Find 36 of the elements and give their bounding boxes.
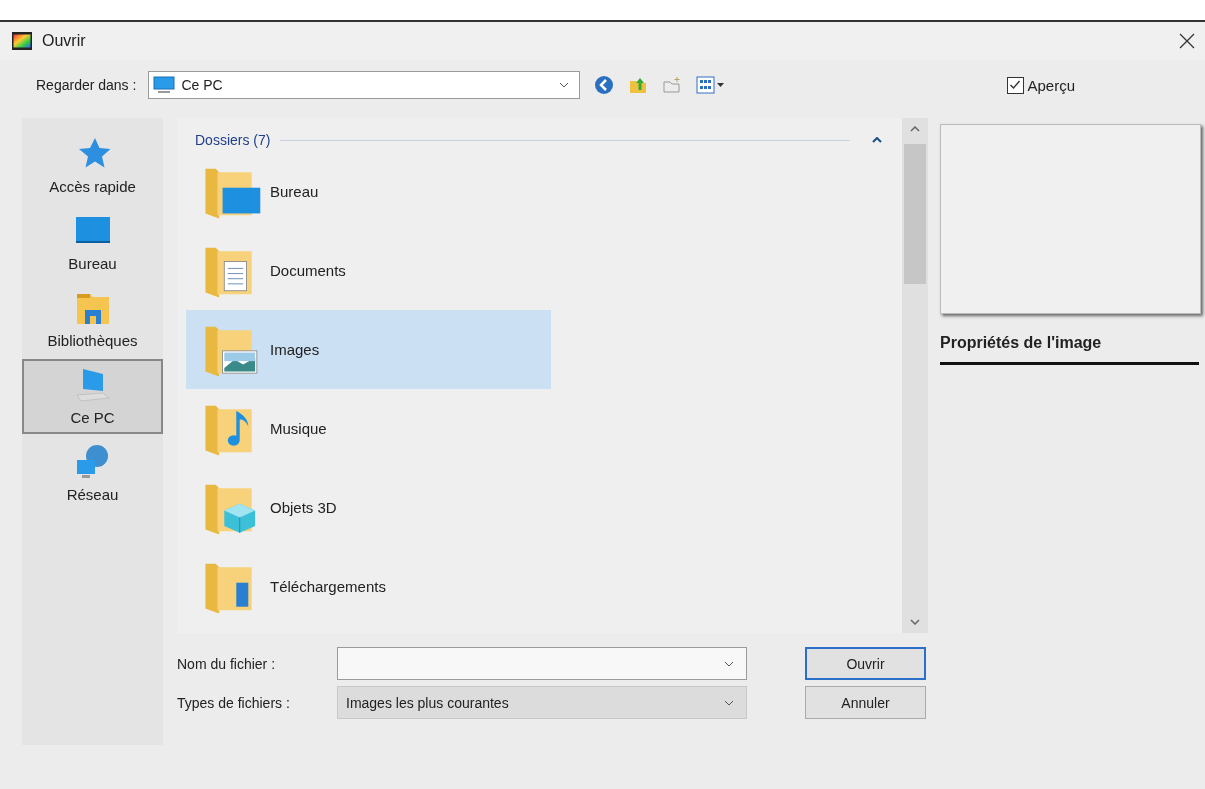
window-title: Ouvrir [42, 32, 87, 50]
group-header: Dossiers (7) [195, 132, 271, 148]
back-icon[interactable] [594, 75, 615, 95]
places-item[interactable]: Réseau [22, 436, 163, 511]
places-item[interactable]: Accès rapide [22, 128, 163, 203]
places-item[interactable]: Ce PC [22, 359, 163, 434]
folder-item[interactable]: Images [186, 310, 551, 389]
caret-icon [724, 699, 734, 706]
scroll-thumb[interactable] [904, 144, 926, 284]
close-icon[interactable] [1179, 33, 1195, 49]
file-type-label: Types de fichiers : [177, 694, 291, 711]
look-in-label: Regarder dans : [36, 77, 137, 93]
caret-icon [724, 660, 734, 667]
open-button[interactable]: Ouvrir [805, 647, 926, 680]
folder-item[interactable]: Documents [186, 231, 551, 310]
folder-item[interactable]: Bureau [186, 152, 551, 231]
caret-icon [559, 82, 570, 88]
properties-heading: Propriétés de l'image [940, 334, 1199, 365]
collapse-icon[interactable] [872, 137, 882, 143]
look-in-dropdown[interactable]: Ce PC [148, 71, 581, 99]
folder-item[interactable]: Musique [186, 389, 551, 468]
view-menu-icon[interactable] [696, 75, 727, 95]
monitor-icon [153, 76, 176, 94]
preview-checkbox[interactable]: Aperçu [1007, 76, 1075, 94]
file-name-label: Nom du fichier : [177, 655, 277, 672]
app-icon [12, 32, 32, 50]
folder-item[interactable]: Téléchargements [186, 547, 551, 626]
cancel-button[interactable]: Annuler [805, 686, 926, 719]
folder-item[interactable]: Objets 3D [186, 468, 551, 547]
places-item[interactable]: Bibliothèques [22, 282, 163, 357]
scroll-down-icon[interactable] [910, 619, 920, 625]
scrollbar[interactable] [902, 118, 928, 633]
places-item[interactable]: Bureau [22, 205, 163, 280]
scroll-up-icon[interactable] [910, 126, 920, 132]
file-name-field[interactable] [337, 647, 747, 680]
file-type-dropdown[interactable]: Images les plus courantes [337, 686, 747, 719]
